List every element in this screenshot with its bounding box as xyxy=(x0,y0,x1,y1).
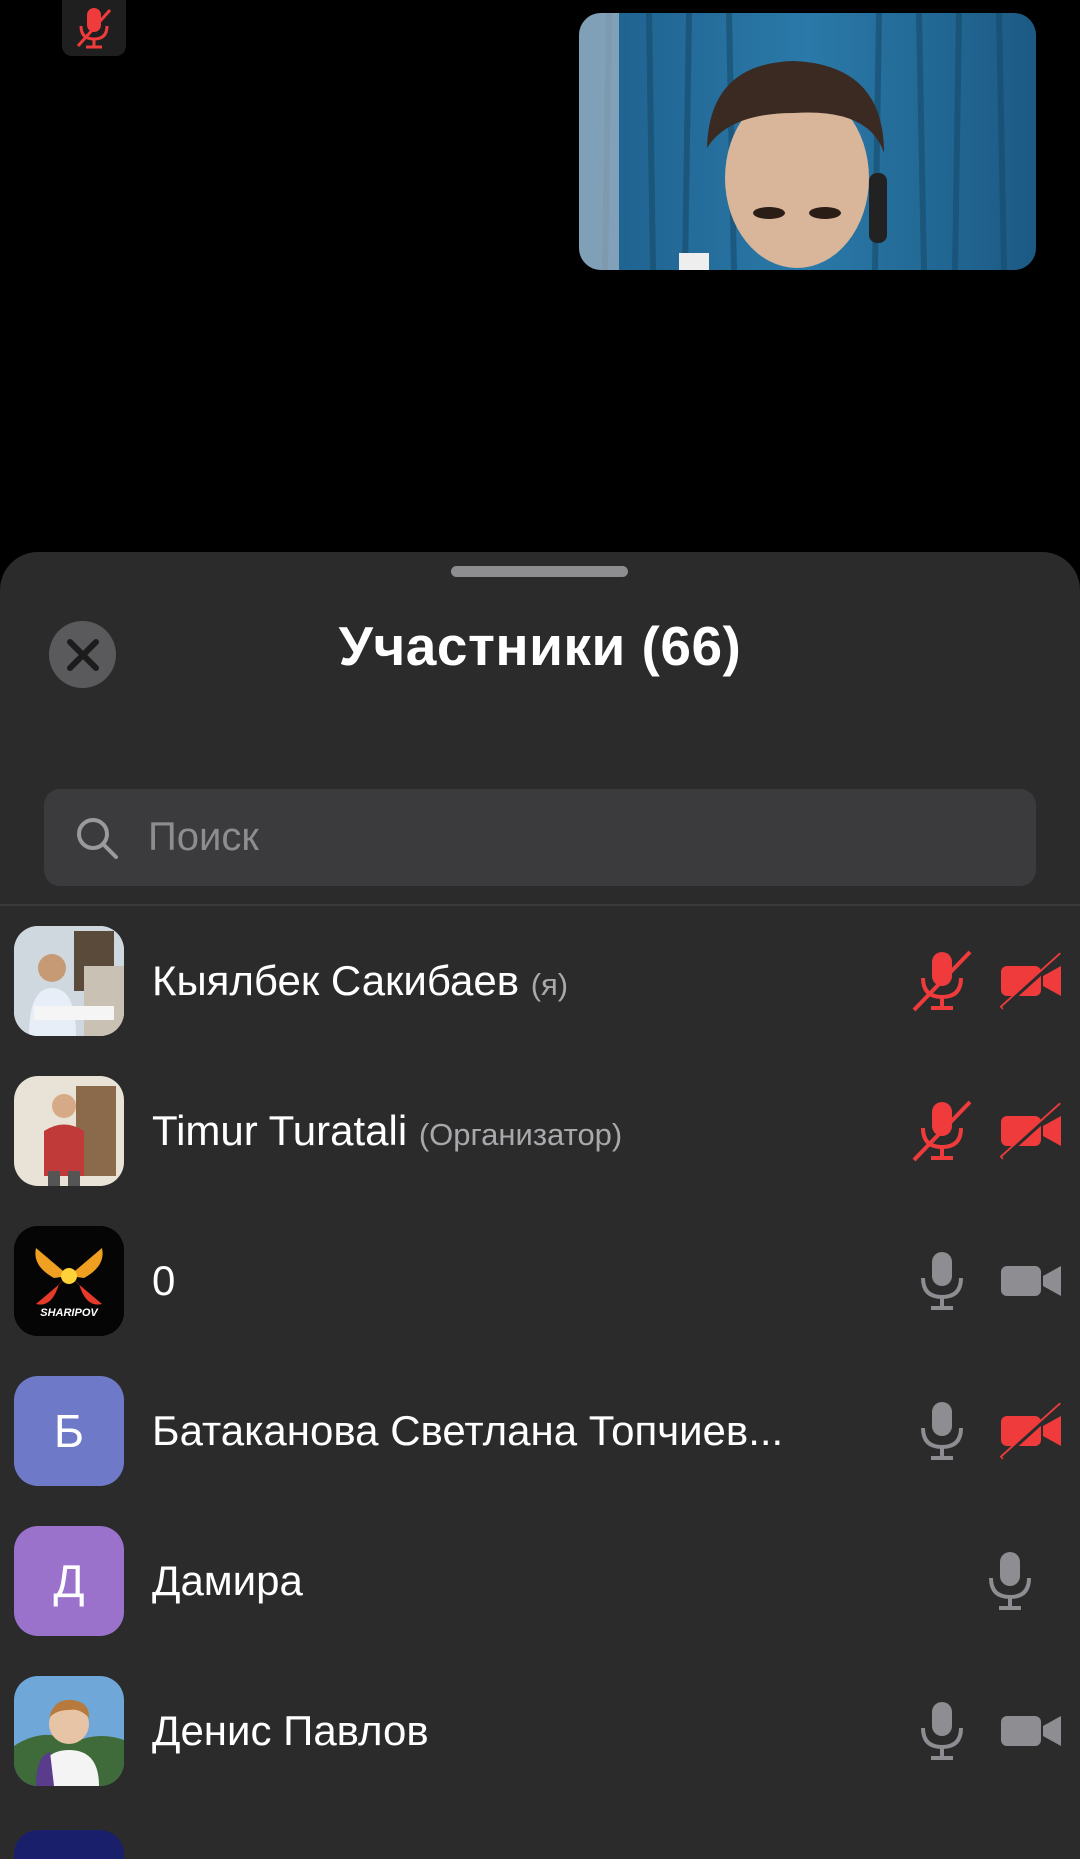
participant-row[interactable]: Б Батаканова Светлана Топчиев... xyxy=(0,1356,1080,1506)
camera-icon[interactable] xyxy=(996,1701,1066,1761)
camera-icon[interactable] xyxy=(996,1251,1066,1311)
camera-off-icon[interactable] xyxy=(996,951,1066,1011)
sheet-grabber[interactable] xyxy=(451,566,628,577)
mic-icon[interactable] xyxy=(912,1246,972,1316)
avatar xyxy=(14,926,124,1036)
participant-row[interactable]: Денис Павлов xyxy=(0,1656,1080,1806)
participant-name: 0 xyxy=(152,1257,176,1304)
participant-name: Батаканова Светлана Топчиев... xyxy=(152,1407,784,1454)
mic-muted-icon[interactable] xyxy=(62,0,126,56)
svg-text:SHARIPOV: SHARIPOV xyxy=(40,1307,99,1319)
participants-list: Кыялбек Сакибаев (я) Timur Turatali (Орг… xyxy=(0,906,1080,1806)
search-icon xyxy=(77,817,118,859)
participant-row[interactable]: SHARIPOV 0 xyxy=(0,1206,1080,1356)
avatar: Д xyxy=(14,1526,124,1636)
self-video-preview[interactable] xyxy=(579,13,1036,270)
page-title: Участники (66) xyxy=(338,615,742,677)
participant-row[interactable]: Кыялбек Сакибаев (я) xyxy=(0,906,1080,1056)
avatar xyxy=(14,1676,124,1786)
participant-row[interactable]: Д Дамира xyxy=(0,1506,1080,1656)
participant-name: Денис Павлов xyxy=(152,1707,429,1754)
avatar xyxy=(14,1830,124,1859)
avatar: Б xyxy=(14,1376,124,1486)
camera-off-icon[interactable] xyxy=(996,1401,1066,1461)
participant-name: Timur Turatali (Организатор) xyxy=(152,1107,623,1154)
participant-name: Дамира xyxy=(152,1557,303,1604)
avatar xyxy=(14,1076,124,1186)
mic-muted-icon[interactable] xyxy=(912,946,972,1016)
avatar: SHARIPOV xyxy=(14,1226,124,1336)
call-screen: Участники (66) Поиск Кыялбек Сакибаев (я… xyxy=(0,0,1080,1859)
mic-icon[interactable] xyxy=(912,1396,972,1466)
mic-muted-icon[interactable] xyxy=(912,1096,972,1166)
mic-icon[interactable] xyxy=(912,1696,972,1766)
search-bar[interactable] xyxy=(44,789,1036,886)
participants-sheet: Участники (66) Поиск Кыялбек Сакибаев (я… xyxy=(0,552,1080,1859)
mic-icon[interactable] xyxy=(980,1546,1040,1616)
participant-row[interactable]: Timur Turatali (Организатор) xyxy=(0,1056,1080,1206)
participant-name: Кыялбек Сакибаев (я) xyxy=(152,957,569,1004)
search-input[interactable] xyxy=(148,815,948,860)
camera-off-icon[interactable] xyxy=(996,1101,1066,1161)
